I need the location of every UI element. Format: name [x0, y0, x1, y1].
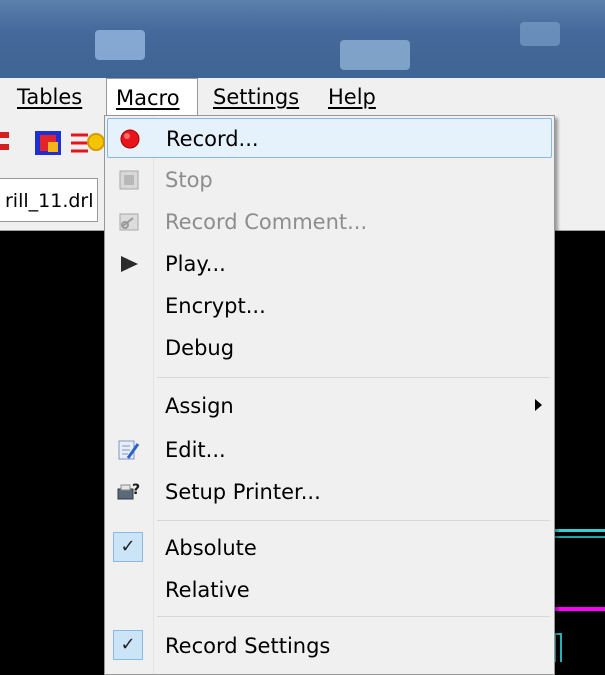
tab-drill-file[interactable]: rill_11.drl [0, 178, 98, 222]
menu-item-label: Record Settings [165, 634, 331, 658]
menu-item-label: Record... [166, 127, 259, 151]
menu-tables[interactable]: Tables [17, 78, 82, 116]
menu-item-label: Play... [165, 252, 226, 276]
menu-item-debug[interactable]: Debug [107, 328, 552, 368]
menu-item-label: Stop [165, 168, 213, 192]
menu-item-absolute[interactable]: ✓ Absolute [107, 528, 552, 568]
drill-hits-icon[interactable] [70, 130, 106, 156]
macro-dropdown-menu: Record... Stop Record Comment... Play...… [104, 115, 555, 675]
submenu-arrow-icon [535, 399, 542, 411]
cyan-trace [548, 529, 605, 532]
record-icon [120, 129, 140, 149]
titlebar-blur-area [95, 30, 145, 60]
menu-item-play[interactable]: Play... [107, 244, 552, 284]
menu-item-label: Absolute [165, 536, 257, 560]
menu-item-record[interactable]: Record... [107, 118, 552, 158]
record-comment-icon [119, 213, 139, 231]
menu-help[interactable]: Help [328, 78, 376, 116]
color-palette-icon[interactable] [34, 130, 64, 156]
menu-separator [157, 377, 550, 378]
menu-item-edit[interactable]: Edit... [107, 430, 552, 470]
menu-item-label: Record Comment... [165, 210, 368, 234]
menu-item-stop[interactable]: Stop [107, 160, 552, 200]
window-titlebar [0, 0, 605, 78]
menu-macro[interactable]: Macro [106, 78, 198, 116]
menu-item-setup-printer[interactable]: ? Setup Printer... [107, 472, 552, 512]
menu-item-record-comment[interactable]: Record Comment... [107, 202, 552, 242]
menu-item-label: Relative [165, 578, 250, 602]
menu-item-record-settings[interactable]: ✓ Record Settings [107, 626, 552, 666]
menu-bar: Tables Macro Settings Help [0, 78, 605, 117]
menu-item-label: Setup Printer... [165, 480, 321, 504]
edit-icon [118, 440, 140, 460]
stop-icon [119, 170, 139, 190]
menu-settings[interactable]: Settings [213, 78, 299, 116]
menu-item-encrypt[interactable]: Encrypt... [107, 286, 552, 326]
checkmark-icon: ✓ [113, 630, 143, 660]
menu-item-label: Assign [165, 394, 234, 418]
checkmark-icon: ✓ [113, 532, 143, 562]
cyan-pad-outline [554, 633, 562, 662]
svg-text:?: ? [132, 482, 140, 498]
menu-item-label: Debug [165, 336, 235, 360]
cyan-trace [548, 536, 605, 538]
menu-item-assign[interactable]: Assign [107, 386, 552, 426]
layers-icon[interactable] [0, 130, 16, 154]
printer-icon: ? [117, 482, 140, 500]
magenta-trace [548, 607, 605, 611]
menu-item-label: Encrypt... [165, 294, 266, 318]
menu-separator [157, 520, 550, 521]
titlebar-blur-area [340, 40, 410, 70]
menu-item-relative[interactable]: Relative [107, 570, 552, 610]
play-icon [121, 256, 138, 272]
titlebar-blur-area [520, 22, 560, 46]
menu-separator [157, 616, 550, 617]
menu-item-label: Edit... [165, 438, 226, 462]
